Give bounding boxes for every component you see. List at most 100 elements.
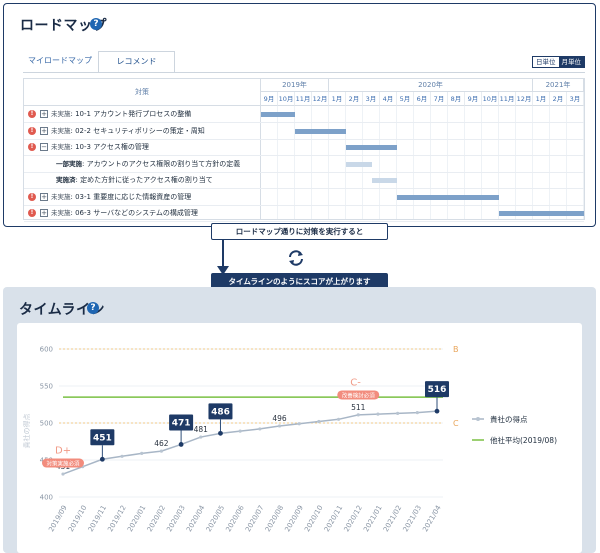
- task-label[interactable]: 未実施: 10-1 アカウント発行プロセスの整備: [51, 106, 191, 123]
- expand-icon[interactable]: +: [40, 209, 48, 217]
- help-icon[interactable]: ?: [90, 18, 102, 30]
- refresh-icon: [289, 250, 303, 266]
- gantt-row: ! + 未実施: 06-3 サーバなどのシステムの構成管理: [24, 205, 584, 222]
- score-point: [238, 429, 242, 433]
- subtask-status: 実施済: [56, 176, 76, 184]
- gantt-month-header: 3月: [567, 92, 584, 106]
- x-tick-label: 2020/07: [244, 504, 265, 533]
- gantt-month-header: 5月: [397, 92, 414, 106]
- task-status: 未実施: [51, 126, 71, 135]
- task-status: 未実施: [51, 143, 71, 151]
- gantt-bar[interactable]: [397, 194, 499, 200]
- gantt-bar[interactable]: [499, 211, 584, 216]
- gantt-month-header: 4月: [380, 92, 397, 106]
- x-tick-label: 2019/12: [106, 504, 127, 533]
- x-tick-label: 2021/02: [382, 504, 403, 533]
- alert-icon: !: [28, 209, 36, 217]
- score-point: [356, 413, 360, 417]
- task-label[interactable]: 未実施: 02-2 セキュリティポリシーの策定・周知: [51, 123, 205, 140]
- subtask-name: : 定めた方針に従ったアクセス権の割り当て: [75, 176, 213, 184]
- gantt-bar[interactable]: [346, 145, 397, 150]
- task-name: : 06-3 サーバなどのシステムの構成管理: [70, 209, 198, 217]
- gantt-year-header: 2019年: [261, 79, 329, 92]
- alert-icon: !: [28, 126, 36, 135]
- score-highlight-point: [218, 430, 223, 436]
- down-arrow-icon: [217, 240, 229, 275]
- x-tick-label: 2019/09: [47, 504, 68, 533]
- x-tick-label: 2021/01: [362, 504, 383, 533]
- expand-icon[interactable]: +: [40, 126, 48, 135]
- timeline-chart-card: 400450500550600BC貴社の得点431451462471481486…: [17, 323, 582, 553]
- help-icon[interactable]: ?: [87, 302, 99, 314]
- tab-my-roadmap[interactable]: マイロードマップ: [23, 51, 97, 73]
- score-point: [159, 449, 164, 453]
- gantt-table: 対策 2019年 2020年 2021年 9月 10月 11月 12月 1月 2月 3月 4月 5月 6月…: [23, 78, 585, 222]
- y-tick-label: 600: [40, 346, 53, 354]
- unit-day-button[interactable]: 日単位: [533, 57, 559, 67]
- alert-icon: !: [28, 192, 36, 201]
- gantt-month-header: 12月: [516, 92, 533, 106]
- unit-month-button[interactable]: 月単位: [558, 57, 584, 67]
- tab-divider: [23, 72, 585, 73]
- x-tick-label: 2020/06: [224, 504, 246, 534]
- gantt-bar[interactable]: [295, 128, 346, 134]
- collapse-icon[interactable]: −: [40, 143, 48, 151]
- gantt-year-header: 2020年: [329, 79, 533, 92]
- task-label[interactable]: 未実施: 03-1 重要度に応じた情報資産の管理: [51, 189, 191, 206]
- score-label: 462: [154, 439, 169, 448]
- x-tick-label: 2020/11: [323, 504, 344, 533]
- gantt-row: ! + 未実施: 02-2 セキュリティポリシーの策定・周知: [24, 123, 584, 140]
- alert-icon: !: [28, 110, 36, 118]
- grade-badge-note: 改善検討必須: [342, 391, 376, 399]
- gantt-month-header: 2月: [346, 92, 363, 106]
- task-status: 未実施: [51, 192, 71, 201]
- gantt-month-header: 1月: [533, 92, 550, 106]
- task-label[interactable]: 未実施: 06-3 サーバなどのシステムの構成管理: [51, 205, 198, 222]
- subtask-name: : アカウントのアクセス権限の割り当て方針の定義: [82, 159, 241, 168]
- task-label[interactable]: 未実施: 10-3 アクセス権の管理: [51, 139, 149, 156]
- x-tick-label: 2021/04: [421, 504, 443, 534]
- subtask-label: 一部実施: アカウントのアクセス権限の割り当て方針の定義: [56, 156, 240, 173]
- score-box-label: 471: [172, 418, 191, 428]
- score-point: [120, 454, 124, 458]
- score-line: [62, 410, 438, 475]
- score-box-label: 486: [211, 407, 230, 417]
- grade-badge-text: D+: [55, 446, 71, 457]
- expand-icon[interactable]: +: [40, 192, 48, 201]
- alert-icon: !: [28, 143, 36, 151]
- roadmap-panel: ロードマップ ? マイロードマップ レコメンド 日単位 月単位 対策 2019年 2…: [3, 3, 596, 227]
- gantt-header-task: 対策: [24, 79, 261, 106]
- score-point: [258, 427, 262, 431]
- gantt-month-header: 11月: [295, 92, 312, 106]
- grade-badge-note: 対策実施必須: [46, 460, 80, 468]
- score-box-label: 516: [428, 385, 447, 395]
- timeline-panel: タイムライン ? 400450500550600BC貴社の得点431451462…: [3, 287, 596, 553]
- gantt-month-header: 7月: [431, 92, 448, 106]
- score-point: [396, 411, 400, 415]
- y-tick-label: 550: [40, 383, 53, 391]
- grade-label: C: [453, 419, 459, 428]
- subtask-status: 一部実施: [56, 159, 82, 168]
- score-highlight-point: [99, 456, 105, 462]
- gantt-bar[interactable]: [261, 112, 295, 117]
- score-point: [199, 435, 203, 439]
- score-highlight-point: [434, 408, 440, 414]
- task-name: : 10-3 アクセス権の管理: [70, 143, 149, 151]
- score-point: [277, 424, 282, 428]
- task-name: : 03-1 重要度に応じた情報資産の管理: [70, 192, 192, 201]
- y-tick-label: 400: [40, 494, 53, 502]
- tab-recommend[interactable]: レコメンド: [98, 51, 175, 73]
- x-tick-label: 2020/08: [264, 504, 285, 533]
- gantt-year-header: 2021年: [533, 79, 584, 92]
- expand-icon[interactable]: +: [40, 110, 48, 118]
- gantt-bar[interactable]: [371, 178, 397, 183]
- grade-badge-text: C-: [350, 377, 361, 388]
- gantt-bar[interactable]: [346, 161, 372, 167]
- gantt-month-header: 8月: [448, 92, 465, 106]
- task-name: : 10-1 アカウント発行プロセスの整備: [70, 110, 192, 118]
- score-point: [140, 451, 144, 455]
- score-point: [336, 417, 341, 421]
- score-point: [61, 472, 65, 476]
- task-name: : 02-2 セキュリティポリシーの策定・周知: [70, 126, 205, 135]
- x-tick-label: 2020/01: [126, 504, 147, 533]
